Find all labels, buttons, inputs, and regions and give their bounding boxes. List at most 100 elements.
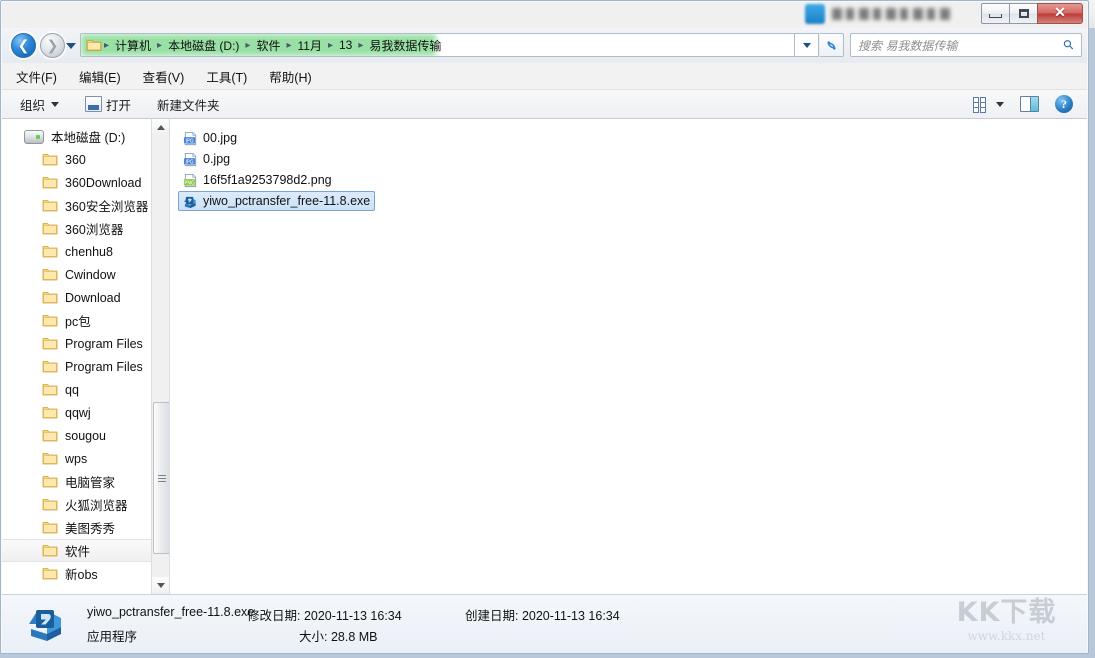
back-button[interactable]: ❮: [11, 33, 36, 58]
file-list[interactable]: JPG 00.jpg JPG 0.jpg PNG 16f5f1a9253798d…: [170, 119, 1087, 594]
view-options-icon[interactable]: [973, 97, 988, 113]
breadcrumb-item-1[interactable]: 本地磁盘 (D:): [164, 37, 243, 54]
breadcrumb-separator: ▸: [327, 39, 333, 51]
tree-item-label: pc包: [65, 315, 91, 329]
menu-item-view[interactable]: 查看(V): [143, 67, 185, 86]
file-item-00-jpg[interactable]: JPG 00.jpg: [178, 128, 242, 148]
organize-button[interactable]: 组织: [20, 95, 60, 114]
breadcrumb-item-5[interactable]: 易我数据传输: [365, 37, 445, 54]
menu-item-edit[interactable]: 编辑(E): [79, 67, 121, 86]
status-file-size: 大小: 28.8 MB: [299, 630, 378, 644]
watermark-text: KK下载: [956, 597, 1057, 628]
menu-item-help[interactable]: 帮助(H): [269, 67, 311, 86]
file-item-png[interactable]: PNG 16f5f1a9253798d2.png: [178, 170, 337, 190]
tree-item-pc-bao[interactable]: pc包: [2, 309, 151, 332]
tree-item-360-browser[interactable]: 360浏览器: [2, 217, 151, 240]
tree-item-sougou[interactable]: sougou: [2, 424, 151, 447]
breadcrumb: ▸ 计算机 ▸ 本地磁盘 (D:) ▸ 软件 ▸ 11月 ▸ 13 ▸ 易我数据…: [102, 37, 445, 54]
tree-item-label: 360浏览器: [65, 223, 124, 237]
tree-item-label: 软件: [65, 545, 91, 559]
tree-item-local-disk[interactable]: 本地磁盘 (D:): [2, 125, 151, 148]
refresh-button[interactable]: [820, 33, 844, 57]
application-icon: [27, 605, 65, 643]
folder-icon: [42, 153, 58, 166]
breadcrumb-item-0[interactable]: 计算机: [111, 37, 155, 54]
tree-item-software[interactable]: 软件: [2, 539, 151, 562]
status-modified-date: 修改日期: 2020-11-13 16:34: [247, 609, 402, 623]
scrollbar-thumb[interactable]: [153, 402, 169, 554]
menu-item-file[interactable]: 文件(F): [16, 67, 57, 86]
breadcrumb-separator: ▸: [245, 39, 251, 51]
toolbar-right-group: ?: [973, 95, 1087, 113]
tree-item-label: 360: [65, 152, 86, 167]
open-button[interactable]: 打开: [85, 95, 131, 114]
svg-text:JPG: JPG: [184, 159, 193, 165]
svg-text:PNG: PNG: [184, 180, 195, 186]
minimize-button[interactable]: [981, 3, 1010, 24]
list-item-wrap: JPG 00.jpg: [178, 128, 1087, 149]
menu-item-tools[interactable]: 工具(T): [206, 67, 247, 86]
explorer-window: ✕ ❮ ❯ ▸ 计算机 ▸ 本地磁盘 (D:) ▸ 软件 ▸ 11月 ▸ 13 …: [0, 0, 1089, 654]
tree-item-360[interactable]: 360: [2, 148, 151, 171]
details-pane: yiwo_pctransfer_free-11.8.exe 应用程序 修改日期:…: [2, 594, 1087, 653]
tree-item-qq[interactable]: qq: [2, 378, 151, 401]
tree-item-360download[interactable]: 360Download: [2, 171, 151, 194]
chevron-down-icon: [802, 42, 811, 48]
help-icon[interactable]: ?: [1055, 95, 1073, 113]
organize-label: 组织: [20, 98, 46, 113]
search-box[interactable]: 搜索 易我数据传输 ⚲: [850, 33, 1082, 57]
maximize-button[interactable]: [1009, 3, 1038, 24]
folder-icon: [42, 567, 58, 580]
view-options-caret-icon[interactable]: [996, 101, 1004, 107]
breadcrumb-item-4[interactable]: 13: [335, 38, 356, 52]
chevron-down-icon: [51, 101, 60, 107]
address-dropdown-button[interactable]: [795, 33, 819, 57]
tree-item-new-obs[interactable]: 新obs: [2, 562, 151, 585]
file-item-yiwo-exe[interactable]: yiwo_pctransfer_free-11.8.exe: [178, 191, 376, 211]
menu-bar: 文件(F) 编辑(E) 查看(V) 工具(T) 帮助(H): [2, 63, 1087, 90]
preview-pane-icon[interactable]: [1020, 96, 1039, 112]
close-button[interactable]: ✕: [1037, 3, 1083, 24]
status-file-name: yiwo_pctransfer_free-11.8.exe: [87, 605, 255, 619]
folder-icon: [42, 429, 58, 442]
tree-item-label: 360Download: [65, 175, 142, 190]
tree-item-cwindow[interactable]: Cwindow: [2, 263, 151, 286]
open-label: 打开: [106, 98, 132, 113]
scroll-down-button[interactable]: [152, 577, 169, 594]
tree-item-wps[interactable]: wps: [2, 447, 151, 470]
screen: ✕ ❮ ❯ ▸ 计算机 ▸ 本地磁盘 (D:) ▸ 软件 ▸ 11月 ▸ 13 …: [0, 0, 1095, 658]
tree-item-label: qqwj: [65, 405, 91, 420]
recent-locations-dropdown[interactable]: [66, 43, 76, 49]
tree-item-label: 火狐浏览器: [65, 499, 128, 513]
tree-item-meitu[interactable]: 美图秀秀: [2, 516, 151, 539]
jpg-file-icon: JPG: [183, 152, 198, 167]
breadcrumb-bar[interactable]: ▸ 计算机 ▸ 本地磁盘 (D:) ▸ 软件 ▸ 11月 ▸ 13 ▸ 易我数据…: [80, 33, 795, 57]
tree-item-label: wps: [65, 451, 88, 466]
toolbar: 组织 打开 新建文件夹 ?: [2, 90, 1087, 119]
file-item-0-jpg[interactable]: JPG 0.jpg: [178, 149, 235, 169]
search-input[interactable]: 搜索 易我数据传输: [851, 37, 1064, 54]
folder-icon: [42, 360, 58, 373]
scroll-up-button[interactable]: [152, 119, 169, 136]
forward-button[interactable]: ❯: [40, 33, 65, 58]
status-file-type: 应用程序: [87, 630, 138, 644]
breadcrumb-item-3[interactable]: 11月: [293, 37, 325, 54]
breadcrumb-separator: ▸: [104, 39, 110, 51]
drive-icon: [24, 129, 44, 144]
breadcrumb-item-2[interactable]: 软件: [252, 37, 284, 54]
tree-item-label: sougou: [65, 428, 107, 443]
tree-item-chenhu8[interactable]: chenhu8: [2, 240, 151, 263]
tree-item-qqwj[interactable]: qqwj: [2, 401, 151, 424]
tree-item-program-files-x86[interactable]: Program Files: [2, 355, 151, 378]
new-folder-button[interactable]: 新建文件夹: [157, 95, 220, 114]
tree-item-download[interactable]: Download: [2, 286, 151, 309]
folder-icon: [42, 475, 58, 488]
tree-item-label: Cwindow: [65, 267, 116, 282]
tree-item-program-files[interactable]: Program Files: [2, 332, 151, 355]
tree-item-360-secure-browser[interactable]: 360安全浏览器: [2, 194, 151, 217]
tree-item-firefox[interactable]: 火狐浏览器: [2, 493, 151, 516]
jpg-file-icon: JPG: [183, 131, 198, 146]
navigation-pane-scrollbar[interactable]: [151, 119, 169, 594]
tree-item-computer-manager[interactable]: 电脑管家: [2, 470, 151, 493]
file-name: 00.jpg: [203, 131, 238, 145]
